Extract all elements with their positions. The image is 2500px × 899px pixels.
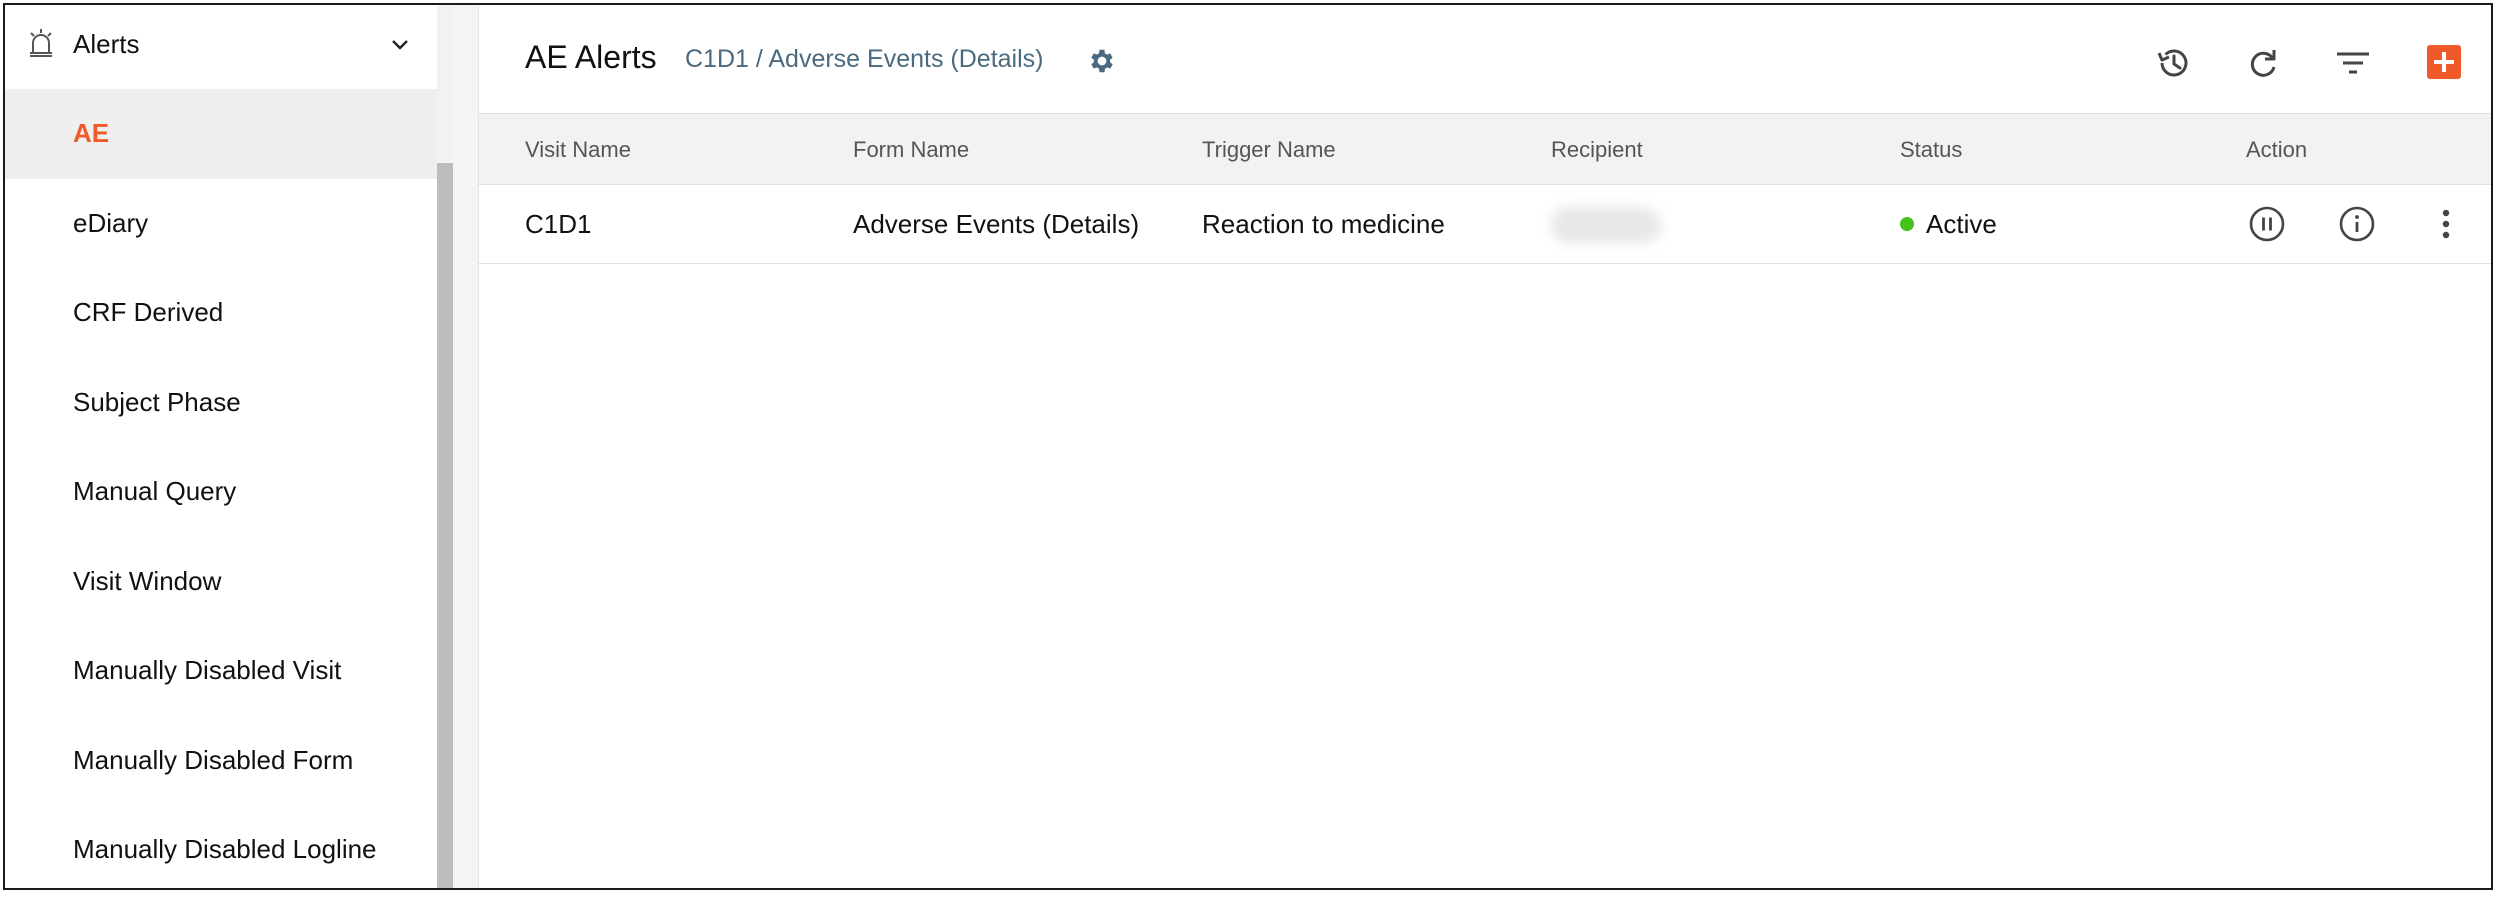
- main-panel: AE Alerts C1D1 / Adverse Events (Details…: [479, 5, 2491, 888]
- sidebar: Alerts AE eDiary CRF Derived Subject Pha…: [5, 5, 453, 888]
- sidebar-item-ae[interactable]: AE: [5, 89, 437, 179]
- sidebar-item-manually-disabled-logline[interactable]: Manually Disabled Logline: [5, 805, 437, 888]
- more-vertical-icon[interactable]: [2429, 205, 2463, 243]
- sidebar-scrollbar-thumb[interactable]: [437, 163, 453, 888]
- cell-trigger-name: Reaction to medicine: [1202, 209, 1445, 239]
- cell-visit-name: C1D1: [525, 209, 592, 239]
- page-title: AE Alerts: [525, 39, 657, 75]
- sidebar-item-manually-disabled-form[interactable]: Manually Disabled Form: [5, 716, 437, 806]
- sidebar-item-manual-query[interactable]: Manual Query: [5, 447, 437, 537]
- refresh-icon[interactable]: [2243, 43, 2283, 83]
- sidebar-item-visit-window[interactable]: Visit Window: [5, 537, 437, 627]
- alarm-icon: [27, 27, 55, 57]
- column-header-action: Action: [2246, 137, 2308, 162]
- alerts-table: Visit Name Form Name Trigger Name Recipi…: [479, 113, 2491, 264]
- breadcrumb[interactable]: C1D1 / Adverse Events (Details): [685, 45, 1043, 74]
- column-header-trigger-name[interactable]: Trigger Name: [1202, 137, 1336, 163]
- column-header-visit-name[interactable]: Visit Name: [525, 137, 631, 163]
- gear-icon[interactable]: [1087, 46, 1117, 76]
- info-icon[interactable]: [2338, 205, 2376, 243]
- app-window: Alerts AE eDiary CRF Derived Subject Pha…: [3, 3, 2493, 890]
- table-row[interactable]: C1D1 Adverse Events (Details) Reaction t…: [479, 185, 2491, 264]
- cell-status: Active: [1900, 209, 1997, 240]
- sidebar-section-alerts[interactable]: Alerts: [5, 5, 437, 83]
- panel-divider: [453, 5, 479, 888]
- cell-recipient-redacted: [1551, 207, 1661, 243]
- status-label: Active: [1926, 209, 1997, 239]
- column-header-recipient[interactable]: Recipient: [1551, 137, 1643, 163]
- table-header: Visit Name Form Name Trigger Name Recipi…: [479, 113, 2491, 185]
- sidebar-nav: AE eDiary CRF Derived Subject Phase Manu…: [5, 89, 437, 888]
- sidebar-item-subject-phase[interactable]: Subject Phase: [5, 358, 437, 448]
- pause-icon[interactable]: [2248, 205, 2286, 243]
- sidebar-item-manually-disabled-visit[interactable]: Manually Disabled Visit: [5, 626, 437, 716]
- page-header: AE Alerts C1D1 / Adverse Events (Details…: [479, 5, 2491, 113]
- add-icon[interactable]: [2427, 45, 2461, 79]
- filter-icon[interactable]: [2333, 43, 2373, 83]
- column-header-form-name[interactable]: Form Name: [853, 137, 969, 163]
- history-icon[interactable]: [2153, 43, 2193, 83]
- sidebar-item-ediary[interactable]: eDiary: [5, 179, 437, 269]
- column-header-status[interactable]: Status: [1900, 137, 1962, 163]
- sidebar-item-crf-derived[interactable]: CRF Derived: [5, 268, 437, 358]
- status-dot-icon: [1900, 217, 1914, 231]
- chevron-down-icon[interactable]: [389, 33, 411, 55]
- cell-form-name: Adverse Events (Details): [853, 209, 1140, 239]
- sidebar-header-title: Alerts: [73, 29, 140, 59]
